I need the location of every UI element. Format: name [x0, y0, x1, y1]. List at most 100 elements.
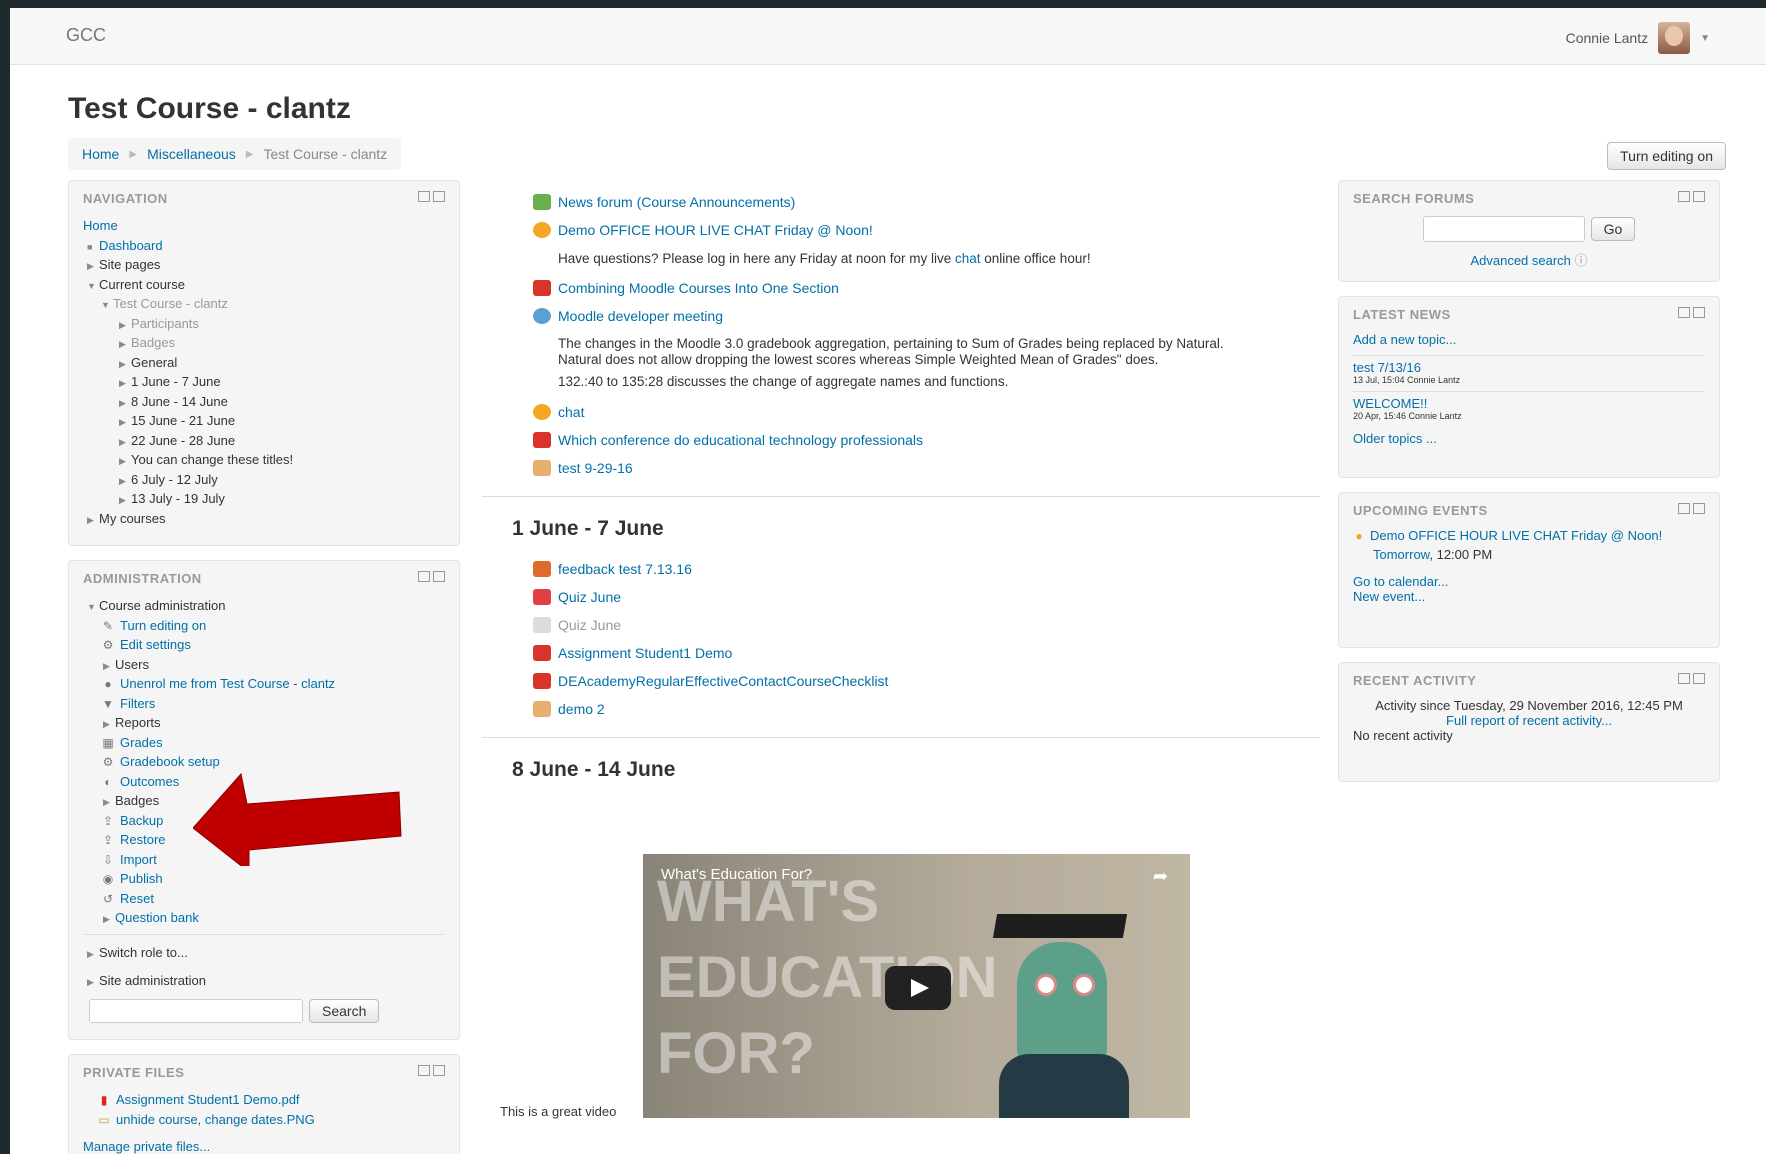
user-menu[interactable]: Connie Lantz ▼ — [1566, 22, 1710, 54]
nav-current-course[interactable]: Current course — [99, 277, 185, 292]
nav-section[interactable]: 22 June - 28 June — [131, 433, 235, 448]
dock-icon[interactable] — [1678, 673, 1705, 688]
private-file[interactable]: unhide course, change dates.PNG — [116, 1112, 315, 1127]
event-link[interactable]: Demo OFFICE HOUR LIVE CHAT Friday @ Noon… — [1370, 528, 1662, 543]
dock-icon[interactable] — [1678, 191, 1705, 206]
admin-edit-settings[interactable]: Edit settings — [120, 637, 191, 652]
breadcrumb-miscellaneous[interactable]: Miscellaneous — [147, 146, 236, 162]
forum-search-go-button[interactable]: Go — [1590, 217, 1636, 241]
collapse-icon[interactable]: ▼ — [87, 277, 99, 297]
admin-grades[interactable]: Grades — [120, 735, 163, 750]
activity-link[interactable]: feedback test 7.13.16 — [558, 561, 692, 577]
expand-icon[interactable]: ▶ — [103, 910, 115, 930]
admin-unenrol[interactable]: Unenrol me from Test Course - clantz — [120, 676, 335, 691]
dock-icon[interactable] — [1678, 503, 1705, 518]
nav-course[interactable]: Test Course - clantz — [113, 296, 228, 311]
chat-link[interactable]: chat — [955, 251, 981, 266]
expand-icon[interactable]: ▶ — [119, 374, 131, 394]
advanced-search-link[interactable]: Advanced search — [1470, 253, 1570, 268]
forum-search-input[interactable] — [1422, 216, 1585, 242]
activity-link-hidden[interactable]: Quiz June — [558, 617, 621, 633]
admin-users[interactable]: Users — [115, 657, 149, 672]
nav-participants[interactable]: Participants — [131, 316, 199, 331]
user-avatar[interactable] — [1658, 22, 1691, 54]
admin-badges[interactable]: Badges — [115, 793, 159, 808]
activity-link[interactable]: Combining Moodle Courses Into One Sectio… — [558, 280, 839, 296]
nav-section[interactable]: 13 July - 19 July — [131, 491, 225, 506]
nav-site-pages[interactable]: Site pages — [99, 257, 160, 272]
nav-section[interactable]: 8 June - 14 June — [131, 394, 228, 409]
share-icon[interactable]: ➦ — [1153, 866, 1168, 887]
user-name[interactable]: Connie Lantz — [1566, 30, 1649, 46]
admin-site-administration[interactable]: Site administration — [99, 973, 206, 988]
event-date-link[interactable]: Tomorrow — [1373, 547, 1429, 562]
admin-restore[interactable]: Restore — [120, 832, 166, 847]
expand-icon[interactable]: ▶ — [103, 715, 115, 735]
admin-turn-editing-on[interactable]: Turn editing on — [120, 618, 206, 633]
embedded-video[interactable]: WHAT'S EDUCATION FOR? What's Education F… — [643, 854, 1190, 1118]
news-item-title[interactable]: WELCOME!! — [1353, 396, 1427, 411]
activity-link[interactable]: demo 2 — [558, 701, 605, 717]
nav-dashboard[interactable]: Dashboard — [99, 238, 163, 253]
admin-import[interactable]: Import — [120, 852, 157, 867]
nav-section[interactable]: You can change these titles! — [131, 452, 293, 467]
activity-link[interactable]: DEAcademyRegularEffectiveContactCourseCh… — [558, 673, 888, 689]
expand-icon[interactable]: ▶ — [119, 491, 131, 511]
admin-backup[interactable]: Backup — [120, 813, 163, 828]
admin-filters[interactable]: Filters — [120, 696, 155, 711]
admin-search-input[interactable] — [89, 998, 303, 1023]
turn-editing-on-button[interactable]: Turn editing on — [1607, 142, 1726, 170]
activity-link[interactable]: Which conference do educational technolo… — [558, 432, 923, 448]
full-report-link[interactable]: Full report of recent activity... — [1446, 713, 1612, 728]
expand-icon[interactable]: ▶ — [87, 968, 99, 996]
activity-link[interactable]: Quiz June — [558, 589, 621, 605]
manage-private-files-link[interactable]: Manage private files... — [83, 1139, 210, 1154]
expand-icon[interactable]: ▶ — [119, 452, 131, 472]
admin-question-bank[interactable]: Question bank — [115, 910, 199, 925]
admin-switch-role[interactable]: Switch role to... — [99, 945, 188, 960]
activity-link[interactable]: test 9-29-16 — [558, 460, 633, 476]
activity-link[interactable]: Assignment Student1 Demo — [558, 645, 732, 661]
activity-link[interactable]: Demo OFFICE HOUR LIVE CHAT Friday @ Noon… — [558, 222, 873, 238]
activity-link[interactable]: chat — [558, 404, 584, 420]
activity-link[interactable]: News forum (Course Announcements) — [558, 194, 795, 210]
private-file[interactable]: Assignment Student1 Demo.pdf — [116, 1092, 300, 1107]
admin-search-button[interactable]: Search — [309, 998, 380, 1023]
collapse-icon[interactable]: ▼ — [101, 296, 113, 316]
site-brand[interactable]: GCC — [66, 25, 106, 46]
nav-section[interactable]: 15 June - 21 June — [131, 413, 235, 428]
expand-icon[interactable]: ▶ — [119, 335, 131, 355]
nav-section[interactable]: 1 June - 7 June — [131, 374, 221, 389]
older-topics-link[interactable]: Older topics ... — [1353, 431, 1437, 446]
collapse-icon[interactable]: ▼ — [87, 598, 99, 618]
help-icon[interactable]: ⓘ — [1575, 253, 1588, 268]
expand-icon[interactable]: ▶ — [103, 793, 115, 813]
expand-icon[interactable]: ▶ — [87, 511, 99, 531]
chevron-down-icon[interactable]: ▼ — [1700, 33, 1710, 44]
video-title[interactable]: What's Education For? — [661, 866, 812, 883]
play-button-icon[interactable] — [885, 966, 951, 1010]
admin-reports[interactable]: Reports — [115, 715, 161, 730]
dock-icon[interactable] — [418, 1065, 445, 1080]
expand-icon[interactable]: ▶ — [119, 413, 131, 433]
dock-icon[interactable] — [418, 191, 445, 206]
expand-icon[interactable]: ▶ — [87, 257, 99, 277]
dock-icon[interactable] — [1678, 307, 1705, 322]
admin-reset[interactable]: Reset — [120, 891, 154, 906]
news-item-title[interactable]: test 7/13/16 — [1353, 360, 1421, 375]
activity-link[interactable]: Moodle developer meeting — [558, 308, 723, 324]
admin-publish[interactable]: Publish — [120, 871, 163, 886]
admin-outcomes[interactable]: Outcomes — [120, 774, 179, 789]
breadcrumb-home[interactable]: Home — [82, 146, 119, 162]
nav-section[interactable]: 6 July - 12 July — [131, 472, 218, 487]
go-to-calendar-link[interactable]: Go to calendar... — [1353, 574, 1448, 589]
nav-my-courses[interactable]: My courses — [99, 511, 165, 526]
new-event-link[interactable]: New event... — [1353, 589, 1425, 604]
nav-badges[interactable]: Badges — [131, 335, 175, 350]
expand-icon[interactable]: ▶ — [87, 940, 99, 968]
nav-general[interactable]: General — [131, 355, 177, 370]
nav-home[interactable]: Home — [83, 218, 118, 233]
admin-course-administration[interactable]: Course administration — [99, 598, 225, 613]
add-topic-link[interactable]: Add a new topic... — [1353, 332, 1456, 347]
dock-icon[interactable] — [418, 571, 445, 586]
